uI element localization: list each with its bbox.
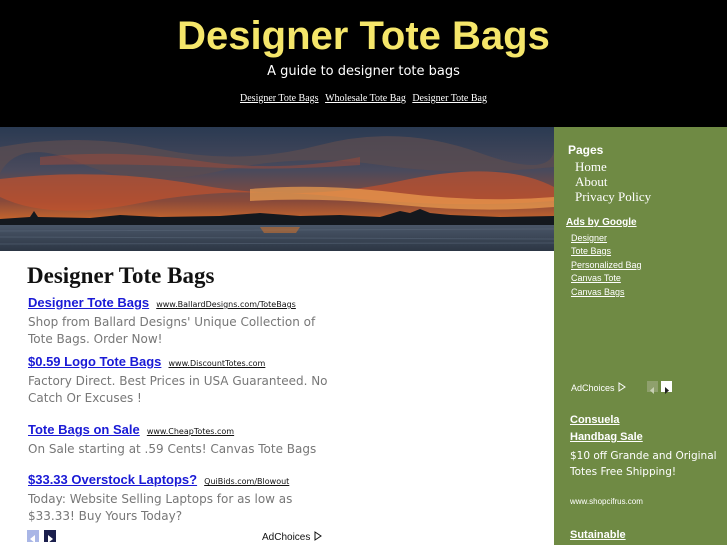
pages-heading: Pages <box>568 143 604 157</box>
adchoices-icon <box>314 531 323 541</box>
sidebar-ad-prev-arrow-icon[interactable] <box>647 381 658 394</box>
top-link-designer-tote-bag[interactable]: Designer Tote Bag <box>412 93 487 104</box>
sidebar-page-about[interactable]: About <box>575 174 608 190</box>
ad-title-link[interactable]: Designer Tote Bags <box>28 295 149 310</box>
sidebar-adchoices-link[interactable]: AdChoices <box>571 382 627 393</box>
sidebar-ad-link[interactable]: Tote Bags <box>571 246 611 256</box>
sidebar-page-privacy-policy[interactable]: Privacy Policy <box>575 189 651 205</box>
ad-description: Today: Website Selling Laptops for as lo… <box>28 492 293 523</box>
sidebar-ad-link[interactable]: Canvas Bags <box>571 287 625 297</box>
ad-unit: Designer Tote Bags www.BallardDesigns.co… <box>28 292 328 348</box>
sidebar-page-home[interactable]: Home <box>575 159 607 175</box>
sidebar-ad-next-arrow-icon[interactable] <box>661 381 672 394</box>
ad-description: On Sale starting at .59 Cents! Canvas To… <box>28 442 317 456</box>
ad-unit: $0.59 Logo Tote Bags www.DiscountTotes.c… <box>28 351 328 407</box>
ad-prev-arrow-icon[interactable] <box>27 530 39 543</box>
adchoices-link[interactable]: AdChoices <box>262 531 323 543</box>
ad-url-link[interactable]: QuiBids.com/Blowout <box>204 477 289 486</box>
adchoices-label: AdChoices <box>262 532 311 543</box>
sunset-banner-image <box>0 127 554 251</box>
site-header: Designer Tote Bags A guide to designer t… <box>0 0 727 127</box>
adchoices-label: AdChoices <box>571 383 615 393</box>
sunset-banner-svg <box>0 127 554 251</box>
ad-title-link[interactable]: $33.33 Overstock Laptops? <box>28 472 197 487</box>
sidebar-ad-title-link[interactable]: Handbag Sale <box>570 431 643 443</box>
adchoices-icon <box>618 382 626 392</box>
ad-description: Shop from Ballard Designs' Unique Collec… <box>28 315 316 346</box>
main-content: Designer Tote Bags Designer Tote Bags ww… <box>0 251 554 545</box>
ad-title-link[interactable]: $0.59 Logo Tote Bags <box>28 354 161 369</box>
sidebar: Pages Home About Privacy Policy Ads by G… <box>554 127 727 545</box>
post-title: Designer Tote Bags <box>27 263 215 288</box>
ad-url-link[interactable]: www.DiscountTotes.com <box>169 359 266 368</box>
ad-description: Factory Direct. Best Prices in USA Guara… <box>28 374 328 405</box>
ad-url-link[interactable]: www.BallardDesigns.com/ToteBags <box>156 300 296 309</box>
ad-title-link[interactable]: Tote Bags on Sale <box>28 422 140 437</box>
site-title[interactable]: Designer Tote Bags <box>0 14 727 59</box>
sidebar-ad-url[interactable]: www.shopcifrus.com <box>570 497 643 506</box>
site-tagline: A guide to designer tote bags <box>267 64 460 79</box>
ad-unit: $33.33 Overstock Laptops? QuiBids.com/Bl… <box>28 469 328 525</box>
sidebar-ad-title-link[interactable]: Sutainable <box>570 529 626 541</box>
top-link-designer-tote-bags[interactable]: Designer Tote Bags <box>240 93 319 104</box>
sidebar-ad-link[interactable]: Canvas Tote <box>571 273 621 283</box>
ads-by-google-link[interactable]: Ads by Google <box>566 217 637 228</box>
top-links-nav: Designer Tote Bags Wholesale Tote Bag De… <box>0 93 727 104</box>
sidebar-ad-description: $10 off Grande and Original Totes Free S… <box>570 450 717 478</box>
top-link-wholesale-tote-bag[interactable]: Wholesale Tote Bag <box>325 93 406 104</box>
ad-url-link[interactable]: www.CheapTotes.com <box>147 427 234 436</box>
sidebar-ad-link[interactable]: Designer <box>571 233 607 243</box>
sidebar-ad-link[interactable]: Personalized Bag <box>571 260 642 270</box>
ad-next-arrow-icon[interactable] <box>44 530 56 543</box>
sidebar-ad-title-link[interactable]: Consuela <box>570 414 620 426</box>
ad-unit: Tote Bags on Sale www.CheapTotes.com On … <box>28 419 328 458</box>
